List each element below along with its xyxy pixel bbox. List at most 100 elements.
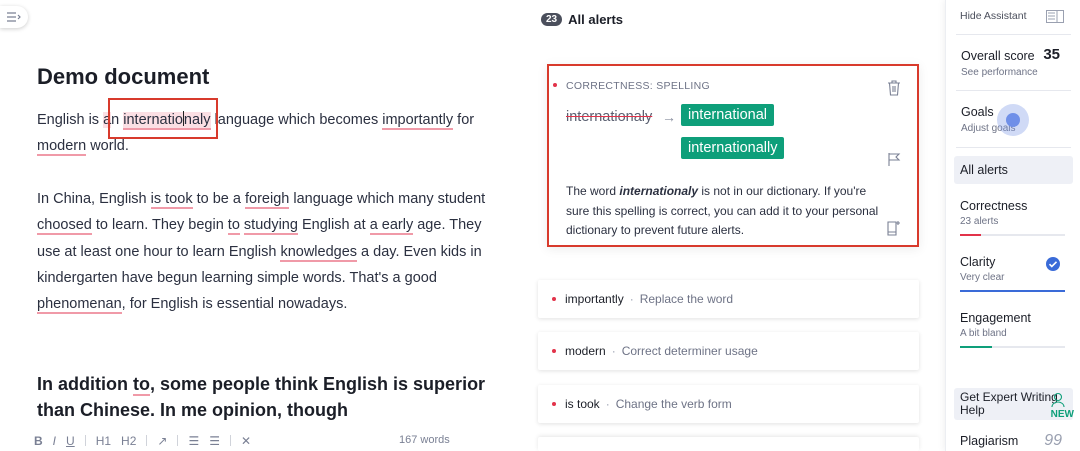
alert-dot — [552, 349, 556, 353]
all-alerts-tab[interactable]: All alerts — [954, 156, 1073, 184]
alert-item-4[interactable] — [538, 437, 919, 451]
text: language which many student — [289, 191, 486, 207]
h2-button[interactable]: H2 — [121, 434, 136, 448]
error-modern[interactable]: modern — [37, 138, 87, 157]
correctness-fill — [960, 234, 981, 236]
alert-word: importantly — [565, 292, 624, 306]
person-icon — [1051, 392, 1065, 408]
error-importantly[interactable]: importantly — [382, 112, 454, 130]
text: , for English is essential nowadays. — [121, 296, 348, 313]
error-to-heading[interactable]: to — [133, 374, 150, 396]
word-count[interactable]: 167 words — [399, 434, 450, 446]
add-to-dictionary-icon[interactable] — [887, 220, 901, 236]
heading-2[interactable]: In addition to, some people think Englis… — [37, 371, 507, 423]
correctness-sub: 23 alerts — [960, 216, 999, 227]
error-foreigh[interactable]: foreigh — [244, 191, 290, 209]
bullet-list-icon[interactable]: ☰ — [209, 434, 220, 448]
alert-dot — [552, 402, 556, 406]
suggestion-button-1[interactable]: international — [681, 104, 774, 126]
bold-button[interactable]: B — [34, 434, 43, 448]
divider — [956, 90, 1071, 91]
alert-desc: Correct determiner usage — [621, 344, 758, 358]
separator: · — [605, 397, 610, 411]
text: In China, English — [37, 191, 151, 207]
alert-explanation: The word internationaly is not in our di… — [566, 182, 886, 241]
alert-card-expanded[interactable]: CORRECTNESS: SPELLING internationaly → i… — [547, 64, 919, 247]
see-performance-link[interactable]: See performance — [961, 67, 1038, 78]
arrow-icon: → — [662, 109, 676, 125]
separator: · — [611, 344, 616, 358]
trash-icon[interactable] — [887, 80, 901, 96]
format-toolbar: B I U H1 H2 ↗ ☰ ☰ ✕ 167 words — [0, 430, 520, 451]
suggestion-button-2[interactable]: internationally — [681, 137, 785, 159]
alert-desc: Replace the word — [639, 292, 734, 306]
error-choosed[interactable]: choosed — [37, 217, 92, 236]
text: internationaly — [619, 184, 699, 198]
alert-item-1[interactable]: importantly · Replace the word — [538, 280, 919, 318]
flag-icon[interactable] — [887, 152, 901, 166]
goals-indicator-icon — [997, 104, 1029, 136]
alerts-panel: 23 All alerts CORRECTNESS: SPELLING inte… — [530, 0, 930, 451]
engagement-fill — [960, 346, 992, 348]
italic-button[interactable]: I — [53, 434, 56, 448]
plagiarism-button[interactable]: Plagiarism — [960, 434, 1018, 448]
text: English at — [297, 217, 370, 234]
h1-button[interactable]: H1 — [96, 434, 111, 448]
correctness-label[interactable]: Correctness — [960, 199, 1027, 213]
editor: Demo document English is an internationa… — [0, 0, 520, 451]
goals-label[interactable]: Goals — [961, 105, 994, 119]
divider — [84, 435, 86, 446]
text: language which becomes — [210, 112, 383, 128]
panel-icon[interactable] — [1046, 10, 1064, 23]
assistant-sidebar: Hide Assistant Overall score 35 See perf… — [945, 0, 1080, 451]
error-knowledges[interactable]: knowledges — [280, 243, 358, 262]
alert-desc: Change the verb form — [615, 397, 732, 411]
hide-assistant-button[interactable]: Hide Assistant — [960, 10, 1027, 22]
engagement-label[interactable]: Engagement — [960, 311, 1031, 325]
error-to[interactable]: to — [227, 217, 240, 236]
new-badge: NEW — [1050, 409, 1074, 420]
alert-dot — [553, 83, 557, 87]
text: English is — [37, 112, 104, 128]
error-is-took[interactable]: is took — [150, 191, 193, 209]
correctness-bar — [960, 234, 1065, 236]
alert-word: is took — [565, 397, 600, 411]
paragraph-2[interactable]: In China, English is took to be a foreig… — [37, 186, 507, 317]
document-title[interactable]: Demo document — [37, 64, 209, 90]
engagement-bar — [960, 346, 1065, 348]
engagement-sub: A bit bland — [960, 328, 1007, 339]
overall-score-label[interactable]: Overall score — [961, 49, 1035, 63]
divider — [956, 147, 1071, 148]
alerts-title: All alerts — [568, 12, 624, 27]
text: to learn. They begin — [91, 217, 228, 234]
alert-word: modern — [565, 344, 606, 358]
original-word: internationaly — [566, 109, 653, 125]
alert-dot — [552, 297, 556, 301]
clarity-label[interactable]: Clarity — [960, 255, 995, 269]
numbered-list-icon[interactable]: ☰ — [188, 434, 199, 448]
clear-format-icon[interactable]: ✕ — [241, 434, 251, 448]
menu-button[interactable] — [0, 6, 28, 28]
app-root: Demo document English is an internationa… — [0, 0, 1080, 451]
divider — [229, 435, 231, 446]
alerts-count-badge: 23 — [541, 13, 563, 26]
overall-score-value: 35 — [1043, 46, 1060, 63]
alert-category: CORRECTNESS: SPELLING — [566, 80, 710, 92]
quote-icon: 99 — [1044, 432, 1062, 449]
text: to be a — [192, 191, 245, 207]
text: world. — [86, 138, 129, 155]
text: for — [453, 112, 475, 128]
clarity-fill — [960, 290, 1065, 292]
underline-button[interactable]: U — [66, 434, 75, 448]
menu-icon — [7, 12, 21, 22]
error-phenomenan[interactable]: phenomenan — [37, 296, 122, 315]
text: In addition — [37, 374, 133, 394]
link-icon[interactable]: ↗ — [157, 434, 167, 448]
alert-item-3[interactable]: is took · Change the verb form — [538, 385, 919, 423]
separator: · — [629, 292, 634, 306]
divider — [146, 435, 148, 446]
divider — [956, 34, 1071, 35]
error-a-early[interactable]: a early — [369, 217, 414, 236]
error-studying[interactable]: studying — [243, 217, 298, 236]
alert-item-2[interactable]: modern · Correct determiner usage — [538, 332, 919, 370]
